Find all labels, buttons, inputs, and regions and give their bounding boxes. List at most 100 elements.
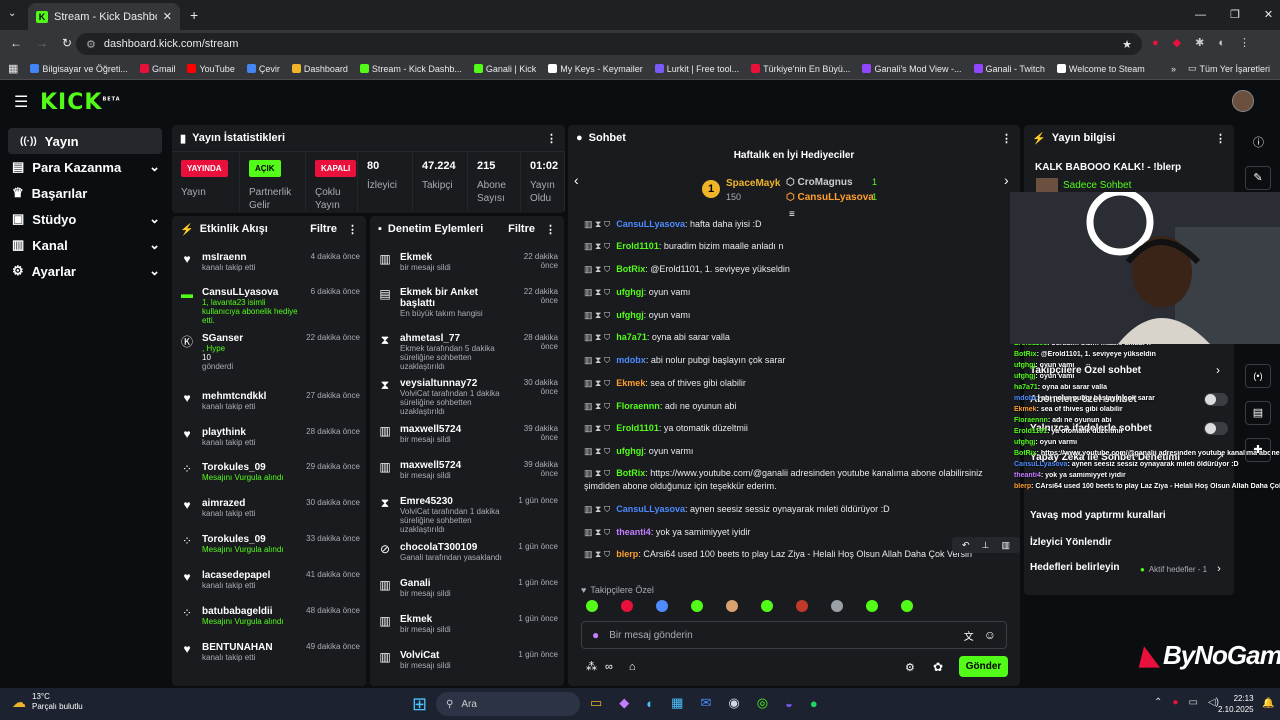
emote-icon[interactable] — [831, 600, 843, 612]
chat-username[interactable]: CansuLLyasova — [616, 504, 685, 514]
bookmark-item[interactable]: Ganali | Kick — [473, 64, 536, 74]
browser-menu-icon[interactable]: ⋮ — [1239, 36, 1250, 49]
moderation-item[interactable]: ▥ VolviCat bir mesajı sildi 1 gün önce — [370, 650, 564, 670]
chat-message[interactable]: ▥ ⧗ ⛉ ha7a71: oyna abi sarar valla — [584, 331, 1004, 344]
broadcast-icon[interactable]: (•) — [1245, 364, 1271, 388]
bookmark-item[interactable]: Gmail — [139, 64, 175, 74]
bookmark-item[interactable]: Türkiye'nin En Büyü... — [751, 64, 850, 74]
bookmark-star-icon[interactable]: ★ — [1122, 38, 1132, 51]
moderation-item[interactable]: ▥ Ekmek bir mesajı sildi 22 dakika önce — [370, 252, 564, 272]
close-tab-icon[interactable]: ✕ — [163, 10, 172, 23]
chat-username[interactable]: ufghgj — [616, 287, 644, 297]
store-icon[interactable]: ⌂ — [629, 661, 636, 673]
new-tab-icon[interactable]: + — [190, 7, 198, 23]
moderation-menu-icon[interactable]: ⋮ — [545, 223, 556, 236]
chat-message[interactable]: ▥ ⧗ ⛉ Ekmek: sea of thives gibi olabilir — [584, 377, 1004, 390]
points-icon[interactable]: ⁂ — [586, 660, 597, 673]
discord-icon[interactable]: ◒ — [785, 696, 793, 711]
chat-username[interactable]: ufghgj — [616, 446, 644, 456]
message-tools-icon[interactable]: ▥ ⧗ ⛉ — [584, 468, 610, 478]
translate-icon[interactable]: 文 — [964, 628, 974, 643]
emote-icon[interactable] — [621, 600, 633, 612]
emote-icon[interactable] — [726, 600, 738, 612]
bookmark-item[interactable]: Ganali's Mod View -... — [862, 64, 962, 74]
bookmark-item[interactable]: My Keys - Keymailer — [548, 64, 643, 74]
chat-username[interactable]: theanti4 — [616, 527, 651, 537]
chat-message[interactable]: ▥ ⧗ ⛉ Erold1101: buradim bizim maalle anl… — [584, 240, 1004, 253]
bookmark-item[interactable]: Çevir — [246, 64, 280, 74]
message-tools-icon[interactable]: ▥ ⧗ ⛉ — [584, 264, 610, 274]
stats-menu-icon[interactable]: ⋮ — [546, 132, 557, 145]
edit-icon[interactable]: ✎ — [1245, 166, 1271, 190]
wrench-icon[interactable]: ✚ — [1245, 438, 1271, 462]
taskbar-search[interactable]: ⚲ Ara — [436, 692, 580, 716]
activity-item[interactable]: ♥ BENTUNAHAN kanalı takip etti 49 dakika ön… — [172, 642, 366, 662]
moderation-filter-button[interactable]: Filtre — [508, 223, 535, 235]
reply-icon[interactable]: ↶ — [962, 540, 970, 551]
chat-message[interactable]: ▥ ⧗ ⛉ ufghgj: oyun vamı — [584, 286, 1004, 299]
chrome-icon[interactable]: ◎ — [757, 695, 768, 711]
activity-item[interactable]: ▬ CansuLLyasova 1, lavanta23 isimli kullan… — [172, 287, 366, 325]
chat-menu-icon[interactable]: ⋮ — [1001, 132, 1012, 145]
profile-icon[interactable]: ◐ — [1218, 37, 1225, 49]
activity-item[interactable]: ♥ msIraenn kanalı takip etti 4 dakika önce — [172, 252, 366, 272]
activity-menu-icon[interactable]: ⋮ — [347, 223, 358, 236]
clock[interactable]: 22:13 2.10.2025 — [1218, 693, 1254, 715]
bookmark-item[interactable]: Dashboard — [291, 64, 348, 74]
kick-logo[interactable]: KICKBETA — [40, 90, 121, 115]
message-tools-icon[interactable]: ▥ ⧗ ⛉ — [584, 401, 610, 411]
tab-list-icon[interactable]: ⌄ — [8, 8, 16, 19]
bookmark-item[interactable]: Welcome to Steam — [1056, 64, 1145, 74]
chat-username[interactable]: mdobx — [616, 355, 646, 365]
bookmark-item[interactable]: Ganali - Twitch — [973, 64, 1045, 74]
copilot-icon[interactable]: ◆ — [619, 695, 629, 711]
weather-widget[interactable]: ☁ 13°C Parçalı bulutlu — [12, 692, 83, 712]
chat-message[interactable]: ▥ ⧗ ⛉ BotRix: @Erold1101, 1. seviyeye yük… — [584, 263, 1004, 276]
gifters-prev-icon[interactable]: ‹ — [574, 172, 579, 188]
activity-item[interactable]: ♥ lacasedepapel kanalı takip etti 41 dakika… — [172, 570, 366, 590]
emote-icon[interactable] — [656, 600, 668, 612]
sidebar-item-para-kazanma[interactable]: ▤ Para Kazanma ⌄ — [0, 154, 170, 180]
moderation-item[interactable]: ⊘ chocolaT300109 Ganali tarafından yasakla… — [370, 542, 564, 562]
goals-label[interactable]: Hedefleri belirleyin — [1030, 562, 1119, 573]
chat-username[interactable]: Floraennn — [616, 401, 660, 411]
store-icon[interactable]: ▦ — [671, 695, 683, 711]
address-bar[interactable]: ⚙ dashboard.kick.com/stream ★ — [76, 33, 1142, 55]
activity-item[interactable]: ♥ aimrazed kanalı takip etti 30 dakika önce — [172, 498, 366, 518]
chat-message[interactable]: ▥ ⧗ ⛉ mdobx: abi nolur pubgi başlayın çok… — [584, 354, 1004, 367]
message-tools-icon[interactable]: ▥ ⧗ ⛉ — [584, 332, 610, 342]
network-icon[interactable]: ▭ — [1188, 697, 1197, 708]
message-tools-icon[interactable]: ▥ ⧗ ⛉ — [584, 287, 610, 297]
bookmark-item[interactable]: Lurkit | Free tool... — [654, 64, 739, 74]
delete-icon[interactable]: ▥ — [1001, 540, 1010, 551]
sidebar-item-basarilar[interactable]: ♛ Başarılar — [0, 180, 170, 206]
emote-icon[interactable] — [761, 600, 773, 612]
chat-username[interactable]: BotRix — [616, 264, 645, 274]
message-tools-icon[interactable]: ▥ ⧗ ⛉ — [584, 241, 610, 251]
message-tools-icon[interactable]: ▥ ⧗ ⛉ — [584, 423, 610, 433]
bookmark-item[interactable]: YouTube — [187, 64, 235, 74]
bookmark-item[interactable]: Stream - Kick Dashb... — [359, 64, 462, 74]
chat-message[interactable]: ▥ ⧗ ⛉ theanti4: yok ya samimiyyet iyidir — [584, 526, 1004, 539]
mail-icon[interactable]: ✉ — [700, 695, 711, 711]
chat-username[interactable]: Ekmek — [616, 378, 645, 388]
message-tools-icon[interactable]: ▥ ⧗ ⛉ — [584, 549, 610, 559]
layout-icon[interactable]: ▤ — [1245, 401, 1271, 425]
chat-username[interactable]: Erold1101 — [616, 423, 659, 433]
more-bookmarks-icon[interactable]: » — [1171, 64, 1176, 74]
info-menu-icon[interactable]: ⋮ — [1215, 132, 1226, 145]
spotify-icon[interactable]: ● — [810, 696, 818, 711]
browser-tab[interactable]: K Stream - Kick Dashboard ✕ — [28, 3, 180, 30]
chat-message[interactable]: ▥ ⧗ ⛉ Erold1101: ya otomatik düzeltmii — [584, 422, 1004, 435]
extension-red-icon[interactable]: ● — [1152, 37, 1159, 49]
activity-item[interactable]: ♥ playthink kanalı takip etti 28 dakika önc… — [172, 427, 366, 447]
send-button[interactable]: Gönder — [959, 656, 1008, 677]
tray-chevron-icon[interactable]: ⌃ — [1154, 697, 1162, 708]
chat-message[interactable]: ▥ ⧗ ⛉ BotRix: https://www.youtube.com/@ga… — [584, 467, 1004, 493]
apps-grid-icon[interactable]: ▦ — [8, 62, 18, 75]
steam-icon[interactable]: ◉ — [728, 695, 739, 711]
moderation-item[interactable]: ▥ maxwell5724 bir mesajı sildi 39 dakika ön… — [370, 460, 564, 480]
message-tools-icon[interactable]: ▥ ⧗ ⛉ — [584, 446, 610, 456]
emote-icon[interactable] — [691, 600, 703, 612]
activity-item[interactable]: Ⓚ SGanser, Hype 10 gönderdi 22 dakika önce — [172, 333, 366, 371]
